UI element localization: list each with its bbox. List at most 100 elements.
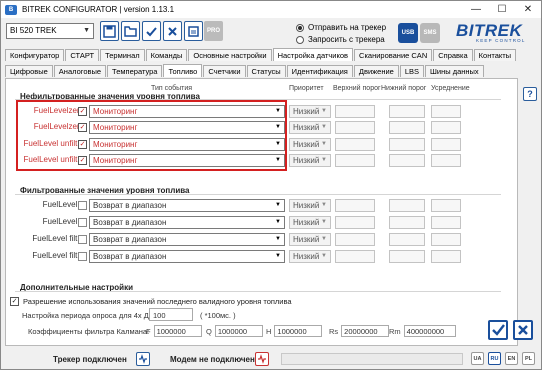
minimize-button[interactable]: — — [463, 1, 489, 18]
device-info-button[interactable] — [184, 21, 203, 41]
lower-threshold-input[interactable] — [389, 199, 425, 212]
lang-pl-button[interactable]: PL — [522, 352, 535, 365]
averaging-input[interactable] — [431, 250, 461, 263]
save-file-button[interactable] — [100, 21, 119, 41]
kalman-rm-input[interactable]: 400000000 — [403, 325, 456, 337]
enable-checkbox[interactable] — [78, 218, 87, 227]
tab-data-buses[interactable]: Шины данных — [425, 65, 484, 77]
enable-checkbox[interactable] — [78, 235, 87, 244]
cancel-button[interactable] — [163, 21, 182, 41]
tab-contacts[interactable]: Контакты — [473, 49, 517, 61]
averaging-input[interactable] — [431, 121, 461, 134]
priority-value: Низкий — [293, 107, 320, 116]
enable-checkbox[interactable] — [78, 201, 87, 210]
help-button[interactable]: ? — [523, 87, 537, 101]
tab-can-scan[interactable]: Сканирование CAN — [354, 49, 433, 61]
averaging-input[interactable] — [431, 154, 461, 167]
event-type-select[interactable]: Мониторинг ▼ — [89, 154, 285, 167]
lang-ru-button[interactable]: RU — [488, 352, 501, 365]
upper-threshold-input[interactable] — [335, 121, 375, 134]
lang-ua-button[interactable]: UA — [471, 352, 484, 365]
lower-threshold-input[interactable] — [389, 138, 425, 151]
upper-threshold-input[interactable] — [335, 138, 375, 151]
modem-connect-button[interactable] — [255, 352, 269, 366]
upper-threshold-input[interactable] — [335, 199, 375, 212]
radio-send-to-tracker[interactable]: Отправить на трекер — [296, 23, 386, 32]
lower-threshold-input[interactable] — [389, 250, 425, 263]
lower-threshold-input[interactable] — [389, 216, 425, 229]
lower-threshold-input[interactable] — [389, 121, 425, 134]
tab-sensor-settings[interactable]: Настройка датчиков — [272, 48, 354, 61]
upper-threshold-input[interactable] — [335, 250, 375, 263]
event-type-select[interactable]: Возврат в диапазон ▼ — [89, 250, 285, 263]
tab-counters[interactable]: Счетчики — [203, 65, 246, 77]
tab-commands[interactable]: Команды — [145, 49, 188, 61]
tab-motion[interactable]: Движение — [353, 65, 399, 77]
tab-identification[interactable]: Идентификация — [286, 65, 353, 77]
upper-threshold-input[interactable] — [335, 216, 375, 229]
upper-threshold-input[interactable] — [335, 154, 375, 167]
tab-configurator[interactable]: Конфигуратор — [5, 49, 65, 61]
priority-select[interactable]: Низкий ▼ — [289, 250, 331, 263]
tab-statuses[interactable]: Статусы — [246, 65, 286, 77]
apply-button[interactable] — [142, 21, 161, 41]
priority-select[interactable]: Низкий ▼ — [289, 216, 331, 229]
radio-request-from-tracker[interactable]: Запросить с трекера — [296, 35, 385, 44]
priority-select[interactable]: Низкий ▼ — [289, 105, 331, 118]
allow-last-valid-option[interactable]: ✓ Разрешение использования значений посл… — [10, 297, 292, 306]
event-type-select[interactable]: Мониторинг ▼ — [89, 121, 285, 134]
tracker-connect-button[interactable] — [136, 352, 150, 366]
enable-checkbox[interactable]: ✓ — [78, 107, 87, 116]
chevron-down-icon: ▼ — [275, 157, 281, 163]
event-type-select[interactable]: Возврат в диапазон ▼ — [89, 216, 285, 229]
tab-analog[interactable]: Аналоговые — [53, 65, 107, 77]
averaging-input[interactable] — [431, 138, 461, 151]
tab-digital[interactable]: Цифровые — [5, 65, 53, 77]
tab-help[interactable]: Справка — [433, 49, 473, 61]
tab-main-settings[interactable]: Основные настройки — [188, 49, 272, 61]
cancel-settings-button[interactable] — [513, 320, 533, 340]
tab-temperature[interactable]: Температура — [107, 65, 163, 77]
averaging-input[interactable] — [431, 199, 461, 212]
enable-checkbox[interactable]: ✓ — [78, 156, 87, 165]
kalman-q-input[interactable]: 1000000 — [214, 325, 263, 337]
device-select[interactable]: BI 520 TREK ▼ — [6, 23, 94, 39]
event-type-select[interactable]: Возврат в диапазон ▼ — [89, 233, 285, 246]
priority-select[interactable]: Низкий ▼ — [289, 199, 331, 212]
upper-threshold-input[interactable] — [335, 105, 375, 118]
apply-settings-button[interactable] — [488, 320, 508, 340]
tab-start[interactable]: СТАРТ — [65, 49, 100, 61]
averaging-input[interactable] — [431, 216, 461, 229]
pro-button[interactable]: PRO — [204, 21, 223, 41]
tab-terminal[interactable]: Терминал — [100, 49, 145, 61]
priority-select[interactable]: Низкий ▼ — [289, 121, 331, 134]
averaging-input[interactable] — [431, 233, 461, 246]
event-type-select[interactable]: Мониторинг ▼ — [89, 138, 285, 151]
priority-select[interactable]: Низкий ▼ — [289, 233, 331, 246]
priority-select[interactable]: Низкий ▼ — [289, 138, 331, 151]
enable-checkbox[interactable]: ✓ — [78, 140, 87, 149]
tab-lbs[interactable]: LBS — [399, 65, 425, 77]
allow-last-valid-checkbox[interactable]: ✓ — [10, 297, 19, 306]
averaging-input[interactable] — [431, 105, 461, 118]
kalman-h-input[interactable]: 1000000 — [274, 325, 323, 337]
open-file-button[interactable] — [121, 21, 140, 41]
lang-en-button[interactable]: EN — [505, 352, 518, 365]
usb-button[interactable]: USB — [398, 23, 418, 43]
event-type-select[interactable]: Мониторинг ▼ — [89, 105, 285, 118]
lower-threshold-input[interactable] — [389, 105, 425, 118]
priority-select[interactable]: Низкий ▼ — [289, 154, 331, 167]
poll-period-input[interactable]: 100 — [149, 308, 193, 321]
tab-fuel[interactable]: Топливо — [163, 64, 203, 77]
kalman-f-input[interactable]: 1000000 — [153, 325, 202, 337]
lower-threshold-input[interactable] — [389, 233, 425, 246]
sms-button[interactable]: SMS — [420, 23, 440, 43]
close-window-button[interactable]: ✕ — [515, 1, 541, 18]
enable-checkbox[interactable]: ✓ — [78, 123, 87, 132]
event-type-select[interactable]: Возврат в диапазон ▼ — [89, 199, 285, 212]
upper-threshold-input[interactable] — [335, 233, 375, 246]
kalman-rs-input[interactable]: 20000000 — [341, 325, 390, 337]
maximize-button[interactable]: ☐ — [489, 1, 515, 18]
enable-checkbox[interactable] — [78, 252, 87, 261]
lower-threshold-input[interactable] — [389, 154, 425, 167]
